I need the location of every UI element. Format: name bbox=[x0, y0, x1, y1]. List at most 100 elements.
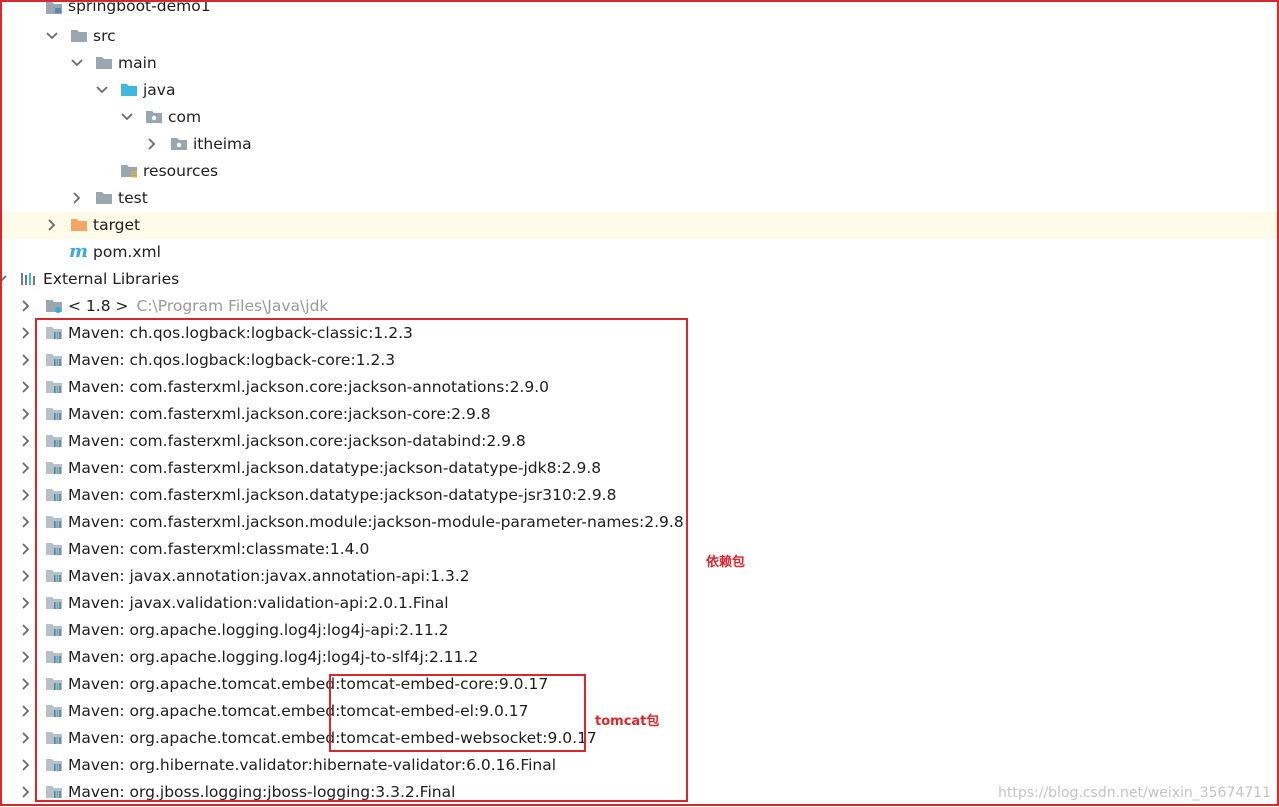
tree-node-label: Maven: com.fasterxml.jackson.datatype:ja… bbox=[68, 459, 602, 477]
tree-node-label: target bbox=[93, 216, 141, 234]
chevron-down-icon[interactable] bbox=[95, 83, 109, 97]
library-icon bbox=[45, 730, 63, 746]
tree-node-label: Maven: javax.annotation:javax.annotation… bbox=[68, 567, 470, 585]
tree-node-maven-library[interactable]: Maven: com.fasterxml.jackson.core:jackso… bbox=[0, 428, 1279, 455]
tree-node-label: Maven: org.hibernate.validator:hibernate… bbox=[68, 756, 557, 774]
library-icon bbox=[45, 757, 63, 773]
library-icon bbox=[45, 595, 63, 611]
chevron-right-icon[interactable] bbox=[19, 407, 33, 421]
folder-icon bbox=[95, 190, 113, 206]
chevron-right-icon[interactable] bbox=[45, 218, 59, 232]
tree-node-label: Maven: com.fasterxml.jackson.datatype:ja… bbox=[68, 486, 617, 504]
jdk-folder-icon bbox=[45, 298, 63, 314]
tree-node-maven-library[interactable]: Maven: com.fasterxml.jackson.core:jackso… bbox=[0, 374, 1279, 401]
tree-node-maven-library[interactable]: Maven: ch.qos.logback:logback-classic:1.… bbox=[0, 320, 1279, 347]
tree-node-label: test bbox=[118, 189, 148, 207]
library-icon bbox=[45, 541, 63, 557]
tree-node-label: Maven: com.fasterxml:classmate:1.4.0 bbox=[68, 540, 370, 558]
tree-node-label: Maven: ch.qos.logback:logback-core:1.2.3 bbox=[68, 351, 396, 369]
chevron-right-icon[interactable] bbox=[19, 542, 33, 556]
tree-node-label: Maven: org.apache.tomcat.embed:tomcat-em… bbox=[68, 675, 549, 693]
tree-node-label: itheima bbox=[193, 135, 252, 153]
package-icon bbox=[170, 136, 188, 152]
chevron-right-icon[interactable] bbox=[19, 569, 33, 583]
tree-node-jdk[interactable]: < 1.8 > C:\Program Files\Java\jdk bbox=[0, 293, 1279, 320]
library-bars-icon bbox=[20, 271, 38, 287]
chevron-right-icon[interactable] bbox=[19, 515, 33, 529]
tree-node-java[interactable]: java bbox=[0, 77, 1279, 104]
watermark: https://blog.csdn.net/weixin_35674711 bbox=[997, 785, 1271, 801]
tree-node-maven-library[interactable]: Maven: ch.qos.logback:logback-core:1.2.3 bbox=[0, 347, 1279, 374]
tree-node-label: src bbox=[93, 27, 116, 45]
library-icon bbox=[45, 487, 63, 503]
tree-node-maven-library[interactable]: Maven: org.apache.tomcat.embed:tomcat-em… bbox=[0, 725, 1279, 752]
library-icon bbox=[45, 460, 63, 476]
chevron-down-icon[interactable] bbox=[0, 272, 8, 286]
tree-node-maven-library[interactable]: Maven: org.apache.tomcat.embed:tomcat-em… bbox=[0, 671, 1279, 698]
tomcat-annotation: tomcat包 bbox=[595, 714, 660, 729]
tree-node-target[interactable]: target bbox=[0, 212, 1279, 239]
tree-node-maven-library[interactable]: Maven: com.fasterxml:classmate:1.4.0 bbox=[0, 536, 1279, 563]
folder-icon bbox=[70, 28, 88, 44]
tree-node-maven-library[interactable]: Maven: javax.validation:validation-api:2… bbox=[0, 590, 1279, 617]
tree-node-maven-library[interactable]: Maven: org.hibernate.validator:hibernate… bbox=[0, 752, 1279, 779]
chevron-right-icon[interactable] bbox=[19, 380, 33, 394]
chevron-down-icon[interactable] bbox=[45, 29, 59, 43]
tree-node-label: Maven: org.apache.logging.log4j:log4j-ap… bbox=[68, 621, 449, 639]
chevron-right-icon[interactable] bbox=[19, 650, 33, 664]
tree-node-test[interactable]: test bbox=[0, 185, 1279, 212]
library-icon bbox=[45, 622, 63, 638]
chevron-right-icon[interactable] bbox=[19, 353, 33, 367]
tree-node-pom[interactable]: m pom.xml bbox=[0, 239, 1279, 266]
package-icon bbox=[145, 109, 163, 125]
chevron-right-icon[interactable] bbox=[70, 191, 84, 205]
tree-node-label: External Libraries bbox=[43, 270, 180, 288]
library-icon bbox=[45, 433, 63, 449]
tree-node-maven-library[interactable]: Maven: com.fasterxml.jackson.datatype:ja… bbox=[0, 455, 1279, 482]
chevron-right-icon[interactable] bbox=[145, 137, 159, 151]
chevron-down-icon[interactable] bbox=[120, 110, 134, 124]
tree-node-maven-library[interactable]: Maven: com.fasterxml.jackson.core:jackso… bbox=[0, 401, 1279, 428]
chevron-right-icon[interactable] bbox=[19, 596, 33, 610]
tree-node-maven-library[interactable]: Maven: org.apache.logging.log4j:log4j-ap… bbox=[0, 617, 1279, 644]
library-icon bbox=[45, 379, 63, 395]
chevron-right-icon[interactable] bbox=[19, 434, 33, 448]
tree-node-com[interactable]: com bbox=[0, 104, 1279, 131]
chevron-right-icon[interactable] bbox=[19, 758, 33, 772]
tree-node-label: pom.xml bbox=[93, 243, 161, 261]
tree-node-itheima[interactable]: itheima bbox=[0, 131, 1279, 158]
maven-file-icon: m bbox=[69, 241, 89, 262]
tree-node-maven-library[interactable]: Maven: org.apache.logging.log4j:log4j-to… bbox=[0, 644, 1279, 671]
chevron-right-icon[interactable] bbox=[19, 731, 33, 745]
jdk-path: C:\Program Files\Java\jdk bbox=[136, 297, 329, 315]
tree-node-maven-library[interactable]: Maven: com.fasterxml.jackson.module:jack… bbox=[0, 509, 1279, 536]
chevron-right-icon[interactable] bbox=[19, 488, 33, 502]
source-folder-icon bbox=[120, 82, 138, 98]
tree-node-label: java bbox=[143, 81, 176, 99]
tree-node-maven-library[interactable]: Maven: javax.annotation:javax.annotation… bbox=[0, 563, 1279, 590]
tree-node-maven-library[interactable]: Maven: com.fasterxml.jackson.datatype:ja… bbox=[0, 482, 1279, 509]
tree-node-external-libraries[interactable]: External Libraries bbox=[0, 266, 1279, 293]
module-folder-icon bbox=[45, 0, 63, 16]
jdk-version: < 1.8 > bbox=[68, 297, 129, 315]
chevron-right-icon[interactable] bbox=[19, 326, 33, 340]
chevron-right-icon[interactable] bbox=[19, 461, 33, 475]
library-icon bbox=[45, 352, 63, 368]
tree-node-label: Maven: org.apache.logging.log4j:log4j-to… bbox=[68, 648, 479, 666]
chevron-right-icon[interactable] bbox=[19, 299, 33, 313]
tree-node-resources[interactable]: resources bbox=[0, 158, 1279, 185]
tree-node-project-root[interactable]: springboot-demo1 bbox=[0, 0, 1279, 24]
chevron-right-icon[interactable] bbox=[19, 623, 33, 637]
chevron-right-icon[interactable] bbox=[19, 704, 33, 718]
tree-node-label: Maven: ch.qos.logback:logback-classic:1.… bbox=[68, 324, 413, 342]
tree-node-main[interactable]: main bbox=[0, 50, 1279, 77]
tree-node-label: Maven: org.apache.tomcat.embed:tomcat-em… bbox=[68, 729, 597, 747]
tree-node-src[interactable]: src bbox=[0, 23, 1279, 50]
jdk-label-group: < 1.8 > C:\Program Files\Java\jdk bbox=[68, 296, 328, 316]
chevron-right-icon[interactable] bbox=[19, 785, 33, 799]
tree-node-label: com bbox=[168, 108, 202, 126]
chevron-right-icon[interactable] bbox=[19, 677, 33, 691]
library-icon bbox=[45, 406, 63, 422]
chevron-down-icon[interactable] bbox=[70, 56, 84, 70]
library-icon bbox=[45, 676, 63, 692]
